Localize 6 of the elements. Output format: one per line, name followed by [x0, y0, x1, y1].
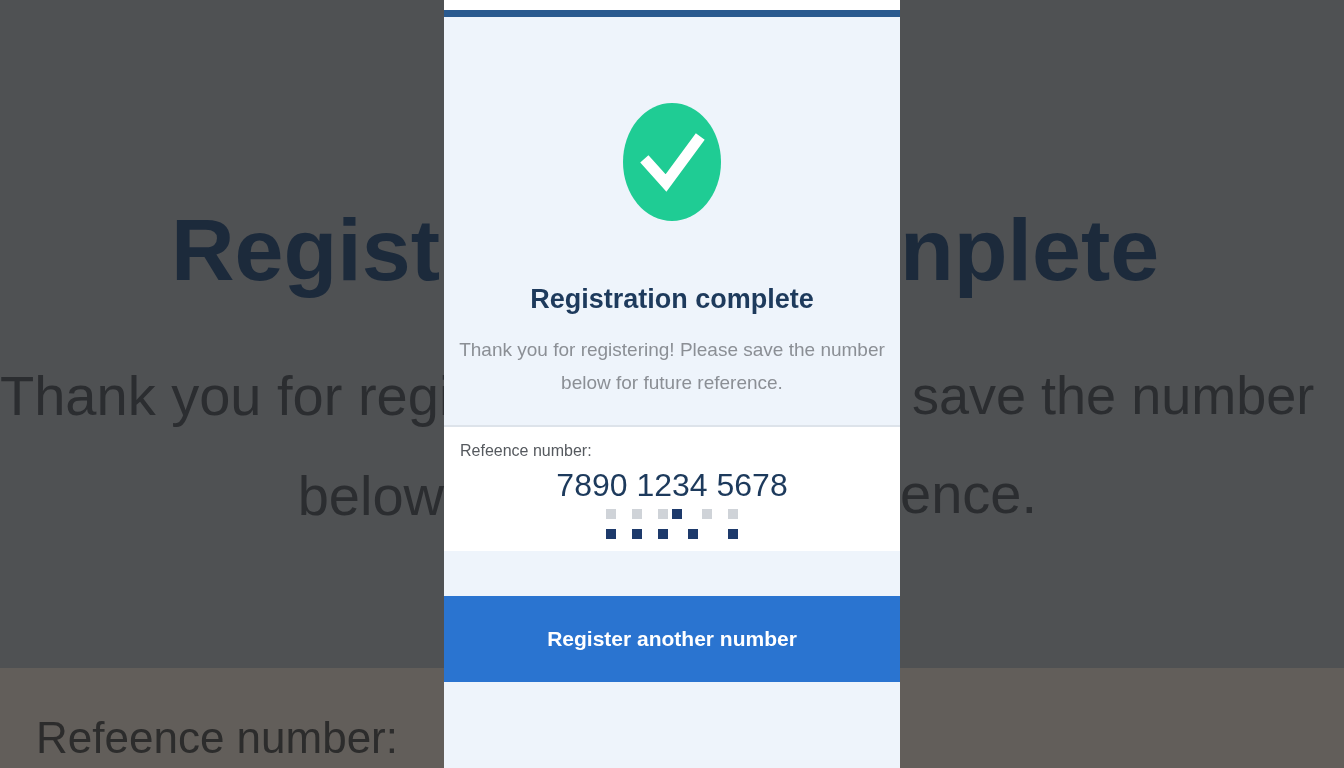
title: Registration complete — [529, 283, 815, 316]
message: Thank you for registering! Please save the number below for future reference. — [458, 337, 886, 395]
reference-label: Refeence number: — [460, 442, 593, 459]
register-button[interactable]: Register another number — [444, 595, 900, 682]
reference-number: 7890 1234 5678 — [556, 465, 788, 505]
check-icon — [623, 103, 721, 221]
